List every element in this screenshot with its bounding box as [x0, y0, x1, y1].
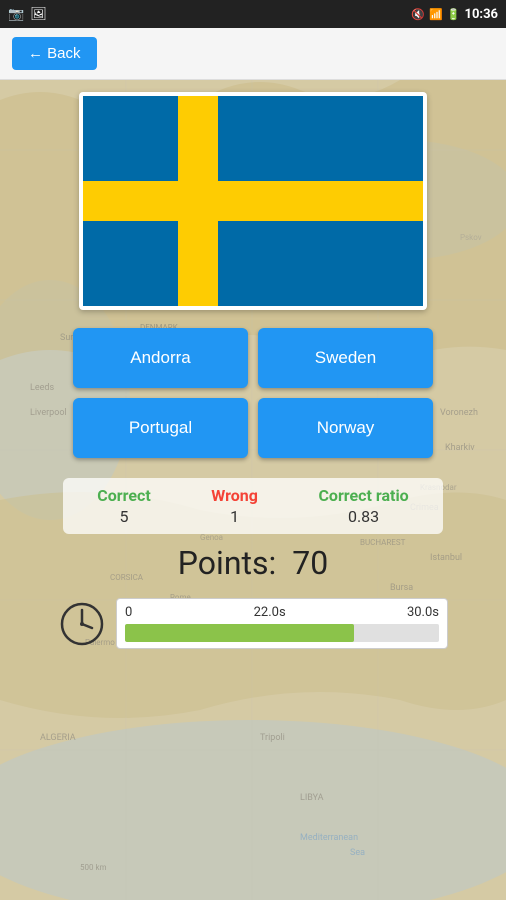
svg-text:500 km: 500 km — [80, 863, 107, 872]
timer-bar-container: 0 22.0s 30.0s — [116, 598, 448, 649]
timer-section: 0 22.0s 30.0s — [58, 598, 448, 649]
status-bar-icons: 📷 🖼 — [8, 7, 47, 22]
points-row: Points: 70 — [178, 544, 328, 582]
stat-correct: Correct 5 — [97, 486, 150, 526]
ratio-value: 0.83 — [348, 507, 379, 526]
clock-icon — [58, 600, 106, 648]
points-value: 70 — [292, 544, 328, 582]
flag-container — [79, 92, 427, 310]
answer-button-portugal[interactable]: Portugal — [73, 398, 248, 458]
svg-text:Sea: Sea — [350, 848, 365, 858]
wrong-value: 1 — [230, 507, 239, 526]
svg-text:LIBYA: LIBYA — [300, 793, 324, 803]
flag-sweden — [83, 96, 423, 306]
timer-bar-bg — [125, 624, 439, 642]
time-display: 10:36 — [465, 7, 499, 22]
answer-button-norway[interactable]: Norway — [258, 398, 433, 458]
battery-icon: 🔋 — [447, 8, 461, 21]
mute-icon: 🔇 — [411, 8, 425, 21]
svg-text:Mediterranean: Mediterranean — [300, 833, 358, 843]
svg-text:Tripoli: Tripoli — [260, 733, 285, 743]
status-bar-right: 🔇 📶 🔋 10:36 — [411, 7, 498, 22]
answer-button-sweden[interactable]: Sweden — [258, 328, 433, 388]
status-bar: 📷 🖼 🔇 📶 🔋 10:36 — [0, 0, 506, 28]
svg-text:ALGERIA: ALGERIA — [40, 733, 76, 743]
timer-end-label: 30.0s — [407, 605, 439, 620]
answer-buttons-grid: Andorra Sweden Portugal Norway — [73, 328, 433, 458]
top-bar: ← Back — [0, 28, 506, 80]
stats-row: Correct 5 Wrong 1 Correct ratio 0.83 — [63, 478, 443, 534]
back-button[interactable]: ← Back — [12, 37, 97, 70]
stat-wrong: Wrong 1 — [211, 486, 258, 526]
timer-bar-fill — [125, 624, 354, 642]
correct-label: Correct — [97, 486, 150, 505]
answer-button-andorra[interactable]: Andorra — [73, 328, 248, 388]
stat-ratio: Correct ratio 0.83 — [318, 486, 408, 526]
main-content: Andorra Sweden Portugal Norway Correct 5… — [0, 80, 506, 649]
points-label: Points: — [178, 544, 276, 582]
camera-icon: 📷 — [8, 7, 24, 22]
correct-value: 5 — [120, 507, 129, 526]
timer-labels: 0 22.0s 30.0s — [125, 605, 439, 620]
timer-start-label: 0 — [125, 605, 132, 620]
wrong-label: Wrong — [211, 486, 258, 505]
image-icon: 🖼 — [30, 7, 47, 22]
signal-icon: 📶 — [429, 8, 443, 21]
timer-mid-label: 22.0s — [254, 605, 286, 620]
ratio-label: Correct ratio — [318, 486, 408, 505]
